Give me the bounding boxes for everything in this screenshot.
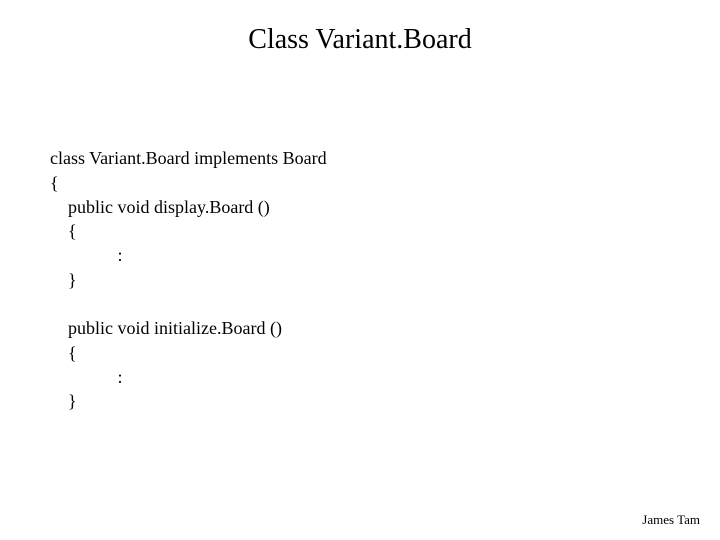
code-line: public void display.Board () — [50, 197, 270, 217]
code-line: } — [50, 270, 77, 290]
code-line: class Variant.Board implements Board — [50, 148, 327, 168]
code-line: } — [50, 391, 77, 411]
slide-title: Class Variant.Board — [0, 24, 720, 56]
code-line: public void initialize.Board () — [50, 318, 282, 338]
slide: Class Variant.Board class Variant.Board … — [0, 0, 720, 540]
code-block: class Variant.Board implements Board { p… — [50, 122, 327, 438]
code-line: { — [50, 343, 77, 363]
code-line: { — [50, 173, 59, 193]
code-line: : — [50, 367, 123, 387]
code-line: : — [50, 245, 123, 265]
footer-author: James Tam — [642, 512, 700, 528]
code-line: { — [50, 221, 77, 241]
